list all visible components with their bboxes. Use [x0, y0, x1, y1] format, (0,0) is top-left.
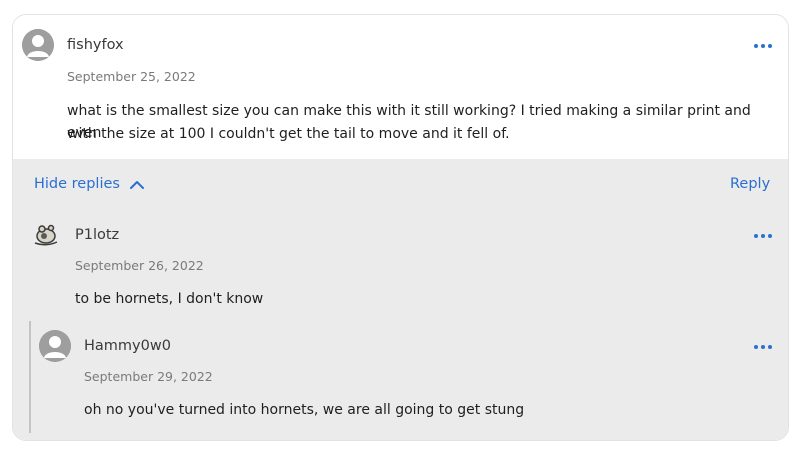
- more-horizontal-icon: [754, 345, 758, 349]
- avatar-hammy0w0[interactable]: [39, 330, 71, 362]
- comment-card: fishyfox September 25, 2022 what is the …: [12, 14, 789, 441]
- comment-more-button[interactable]: [752, 40, 774, 52]
- more-horizontal-icon: [754, 234, 758, 238]
- user-silhouette-icon: [39, 330, 71, 362]
- chevron-up-icon[interactable]: [129, 179, 145, 191]
- comment-date: September 25, 2022: [67, 69, 196, 84]
- reply-date: September 26, 2022: [75, 258, 204, 273]
- comment-username[interactable]: fishyfox: [67, 37, 124, 53]
- comment-main: fishyfox September 25, 2022 what is the …: [13, 15, 788, 159]
- hide-replies-button[interactable]: Hide replies: [34, 176, 120, 192]
- reply-more-button[interactable]: [752, 230, 774, 242]
- user-silhouette-icon: [22, 29, 54, 61]
- reply-button[interactable]: Reply: [730, 176, 770, 192]
- nested-reply-username[interactable]: Hammy0w0: [84, 338, 171, 354]
- nested-reply-text: oh no you've turned into hornets, we are…: [84, 402, 525, 418]
- replies-section: Hide replies Reply P1lotz September 26, …: [13, 159, 788, 440]
- nested-reply-date: September 29, 2022: [84, 369, 213, 384]
- avatar-fishyfox[interactable]: [22, 29, 54, 61]
- reply-text: to be hornets, I don't know: [75, 291, 264, 307]
- nested-reply-more-button[interactable]: [752, 341, 774, 353]
- reply-username[interactable]: P1lotz: [75, 227, 119, 243]
- comment-text-line-2: with the size at 100 I couldn't get the …: [67, 126, 510, 142]
- more-horizontal-icon: [754, 44, 758, 48]
- thread-line: [29, 321, 31, 433]
- creature-avatar-icon: [34, 224, 58, 246]
- avatar-p1lotz[interactable]: [31, 219, 61, 249]
